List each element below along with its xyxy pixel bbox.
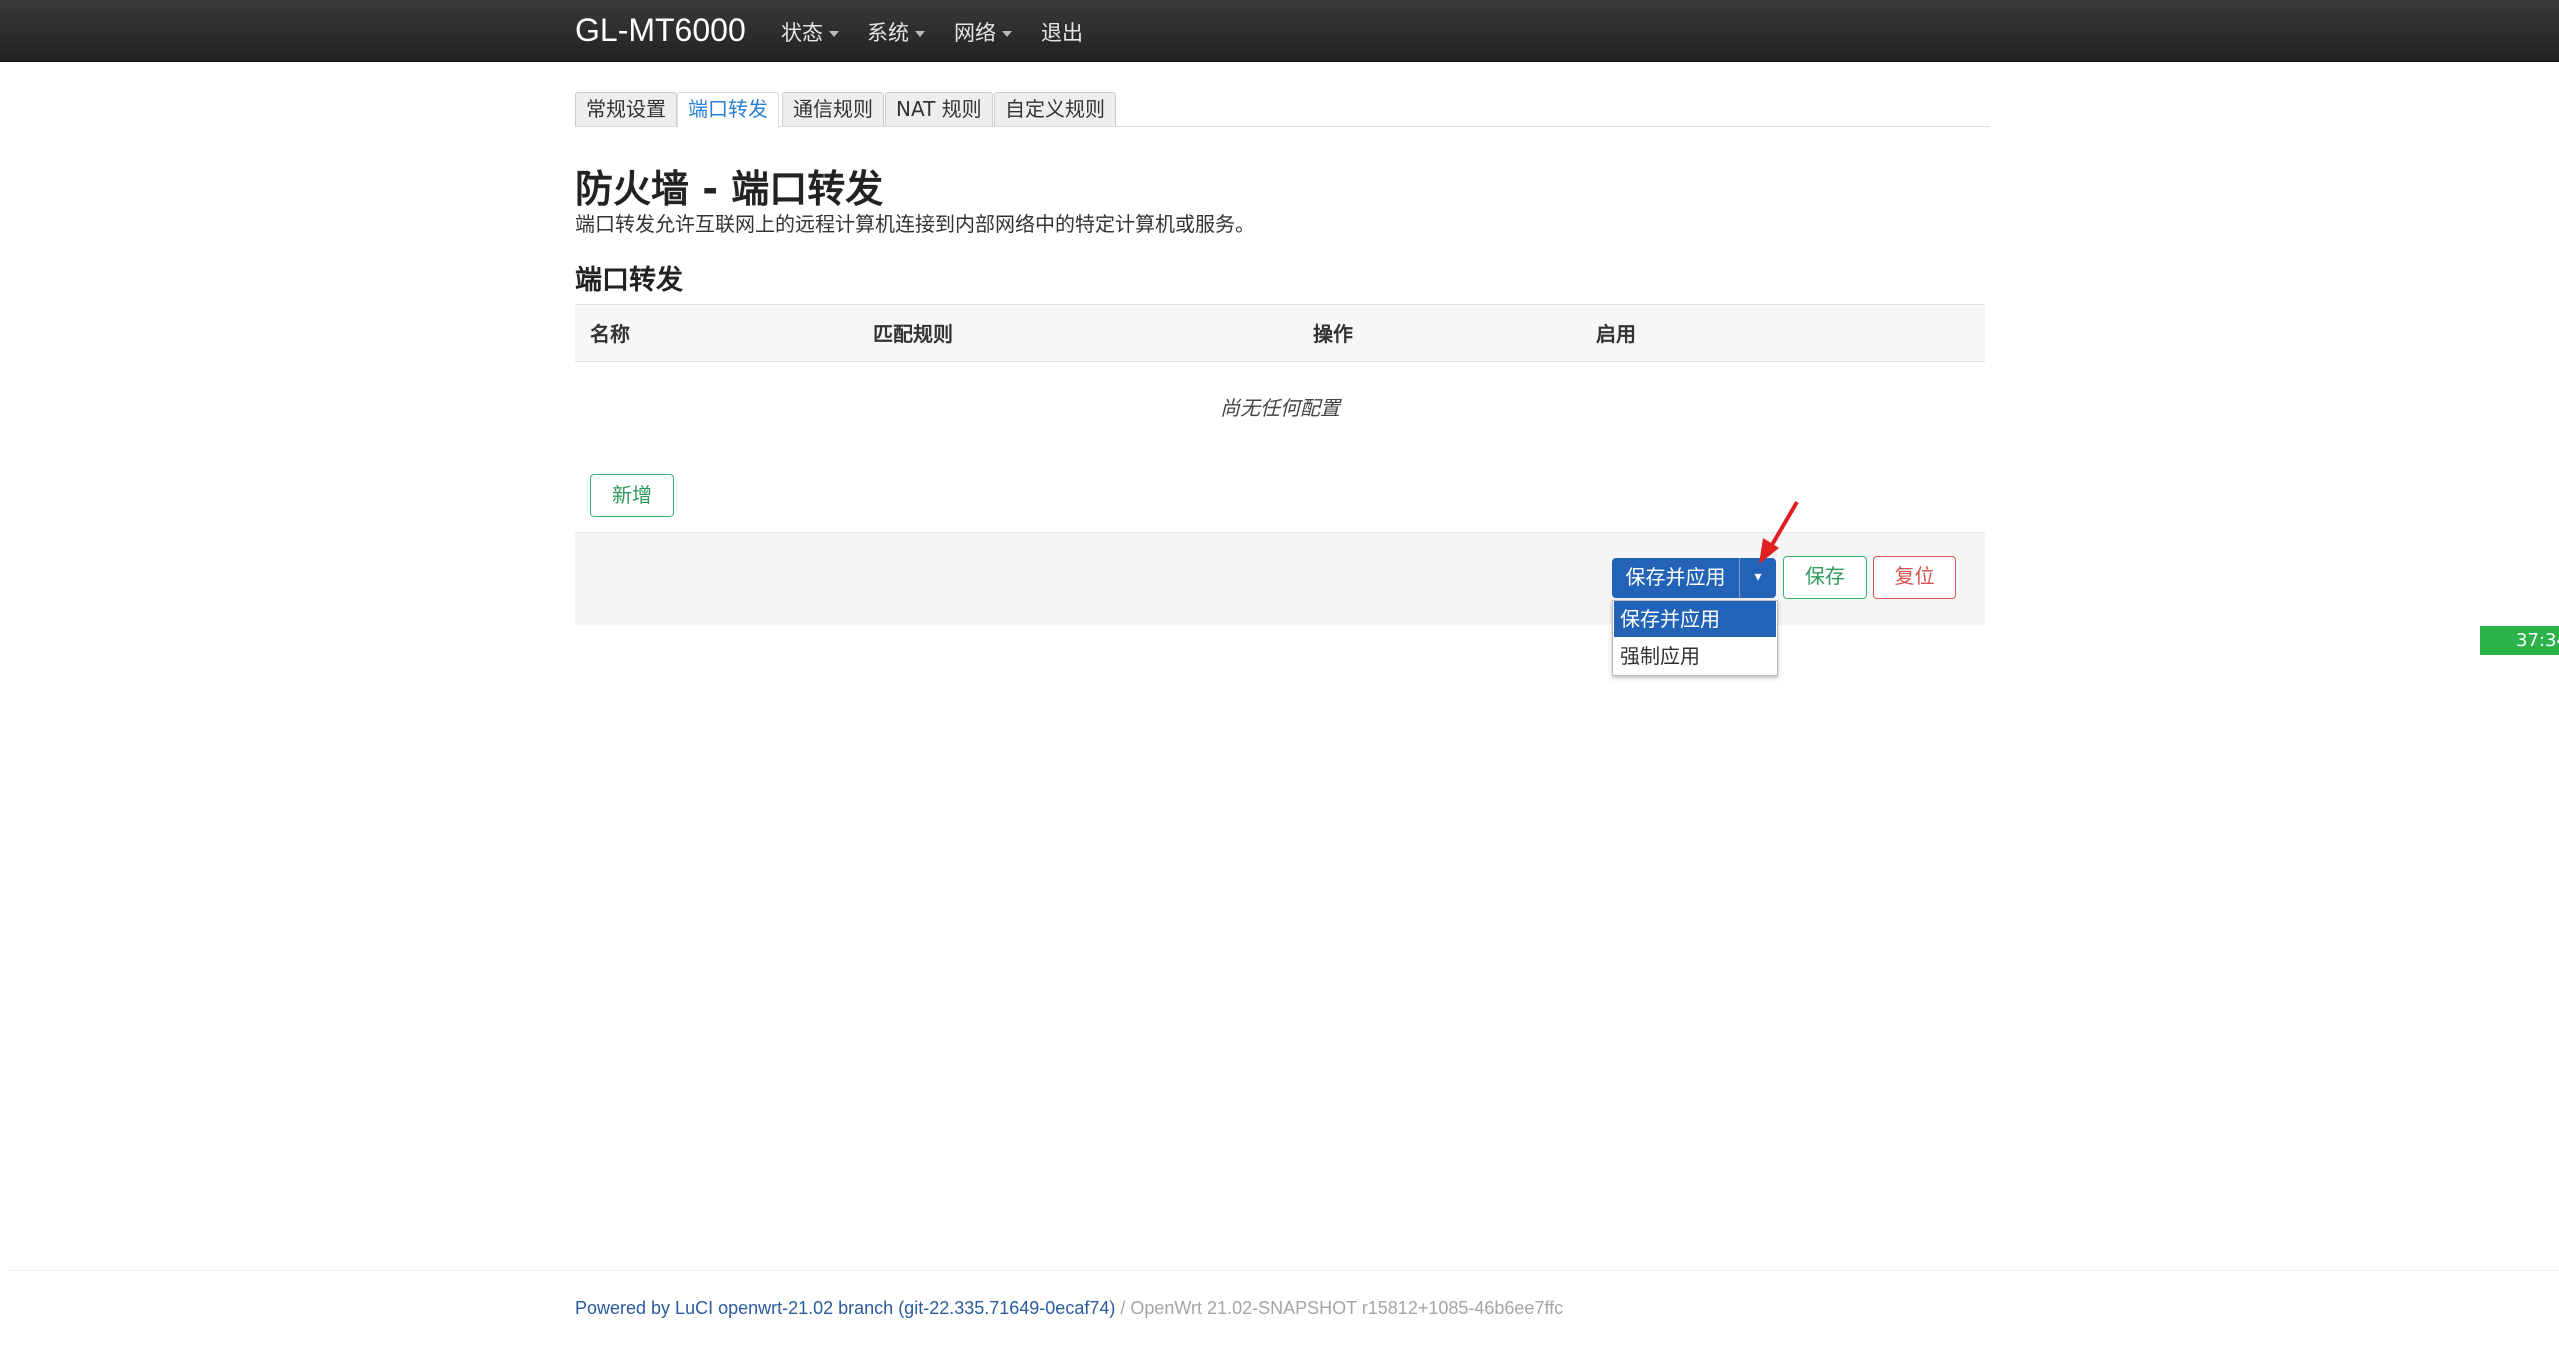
- save-apply-button[interactable]: 保存并应用: [1612, 558, 1739, 598]
- nav-item-network[interactable]: 网络: [954, 17, 1012, 47]
- section-title: 端口转发: [575, 265, 683, 296]
- column-name: 名称: [590, 322, 630, 346]
- caret-down-icon: [829, 31, 839, 37]
- footer-separator: /: [1115, 1298, 1131, 1318]
- caret-down-icon: [915, 31, 925, 37]
- tab-nat-rules[interactable]: NAT 规则: [885, 92, 993, 126]
- top-navbar: [0, 0, 2559, 62]
- tab-port-forward[interactable]: 端口转发: [677, 92, 779, 128]
- tab-divider: [575, 126, 1990, 127]
- reset-button[interactable]: 复位: [1873, 556, 1956, 599]
- page-title: 防火墙 - 端口转发: [575, 167, 884, 211]
- nav-label: 网络: [954, 21, 996, 45]
- tab-custom-rules[interactable]: 自定义规则: [994, 92, 1116, 126]
- caret-down-icon: [1002, 31, 1012, 37]
- empty-table-message: 尚无任何配置: [1220, 396, 1340, 420]
- column-action: 操作: [1313, 322, 1353, 346]
- table-header: [575, 304, 1985, 362]
- footer-divider: [8, 1270, 2559, 1271]
- nav-item-logout[interactable]: 退出: [1041, 17, 1083, 47]
- add-button[interactable]: 新增: [590, 474, 674, 517]
- openwrt-version: OpenWrt 21.02-SNAPSHOT r15812+1085-46b6e…: [1130, 1298, 1564, 1318]
- page-description: 端口转发允许互联网上的远程计算机连接到内部网络中的特定计算机或服务。: [575, 212, 1255, 236]
- menu-item-force-apply[interactable]: 强制应用: [1614, 638, 1776, 674]
- brand-title[interactable]: GL-MT6000: [575, 12, 746, 49]
- nav-label: 系统: [867, 21, 909, 45]
- column-enable: 启用: [1596, 322, 1636, 346]
- tab-traffic-rules[interactable]: 通信规则: [782, 92, 884, 126]
- nav-label: 状态: [781, 21, 823, 45]
- annotation-arrow-icon: [1759, 500, 1799, 564]
- nav-item-status[interactable]: 状态: [781, 17, 839, 47]
- timer-badge: 37:34: [2480, 626, 2559, 655]
- footer: Powered by LuCI openwrt-21.02 branch (gi…: [575, 1298, 1563, 1319]
- tab-general[interactable]: 常规设置: [575, 92, 677, 126]
- menu-item-save-apply[interactable]: 保存并应用: [1614, 601, 1776, 637]
- nav-item-system[interactable]: 系统: [867, 17, 925, 47]
- luci-link[interactable]: Powered by LuCI openwrt-21.02 branch (gi…: [575, 1298, 1115, 1318]
- column-match: 匹配规则: [873, 322, 953, 346]
